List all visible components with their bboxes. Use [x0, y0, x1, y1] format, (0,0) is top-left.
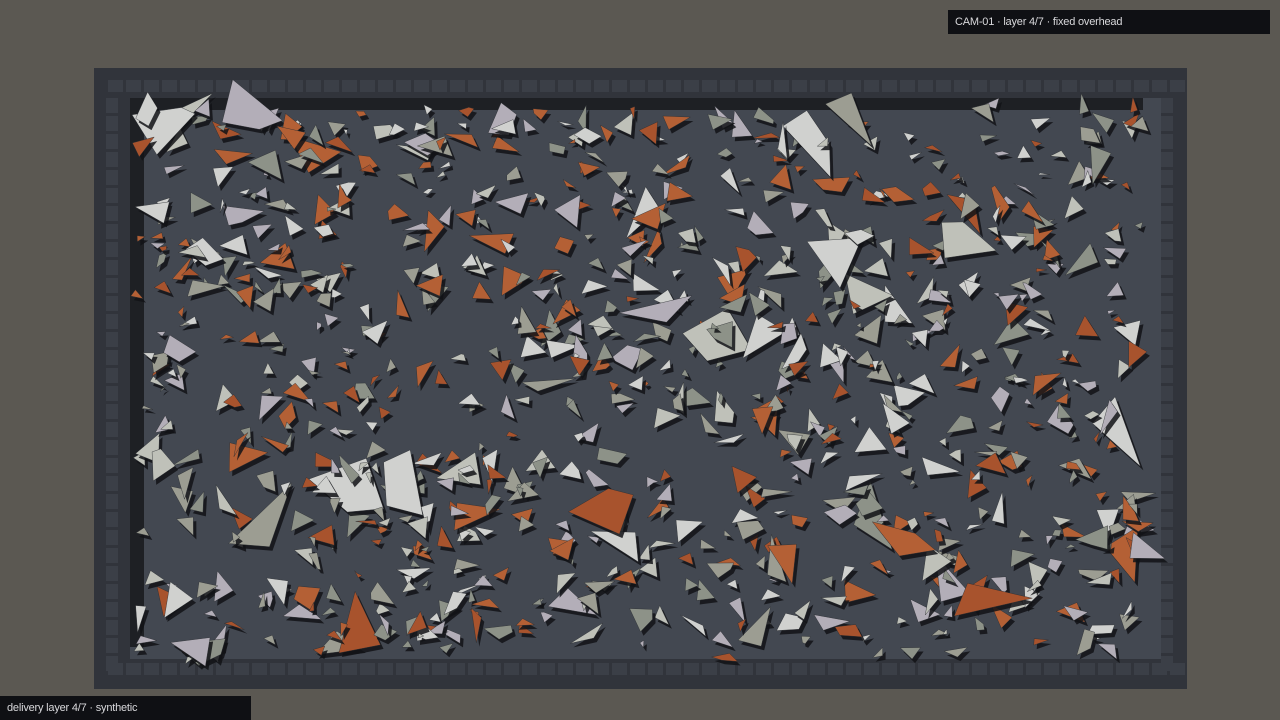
debris-scene	[106, 79, 1185, 675]
camera-label: CAM-01 · layer 4/7 · fixed overhead	[948, 10, 1270, 34]
bin-tray	[94, 68, 1187, 689]
delivery-label: delivery layer 4/7 · synthetic	[0, 696, 251, 720]
left-wall-shadow	[130, 98, 144, 647]
